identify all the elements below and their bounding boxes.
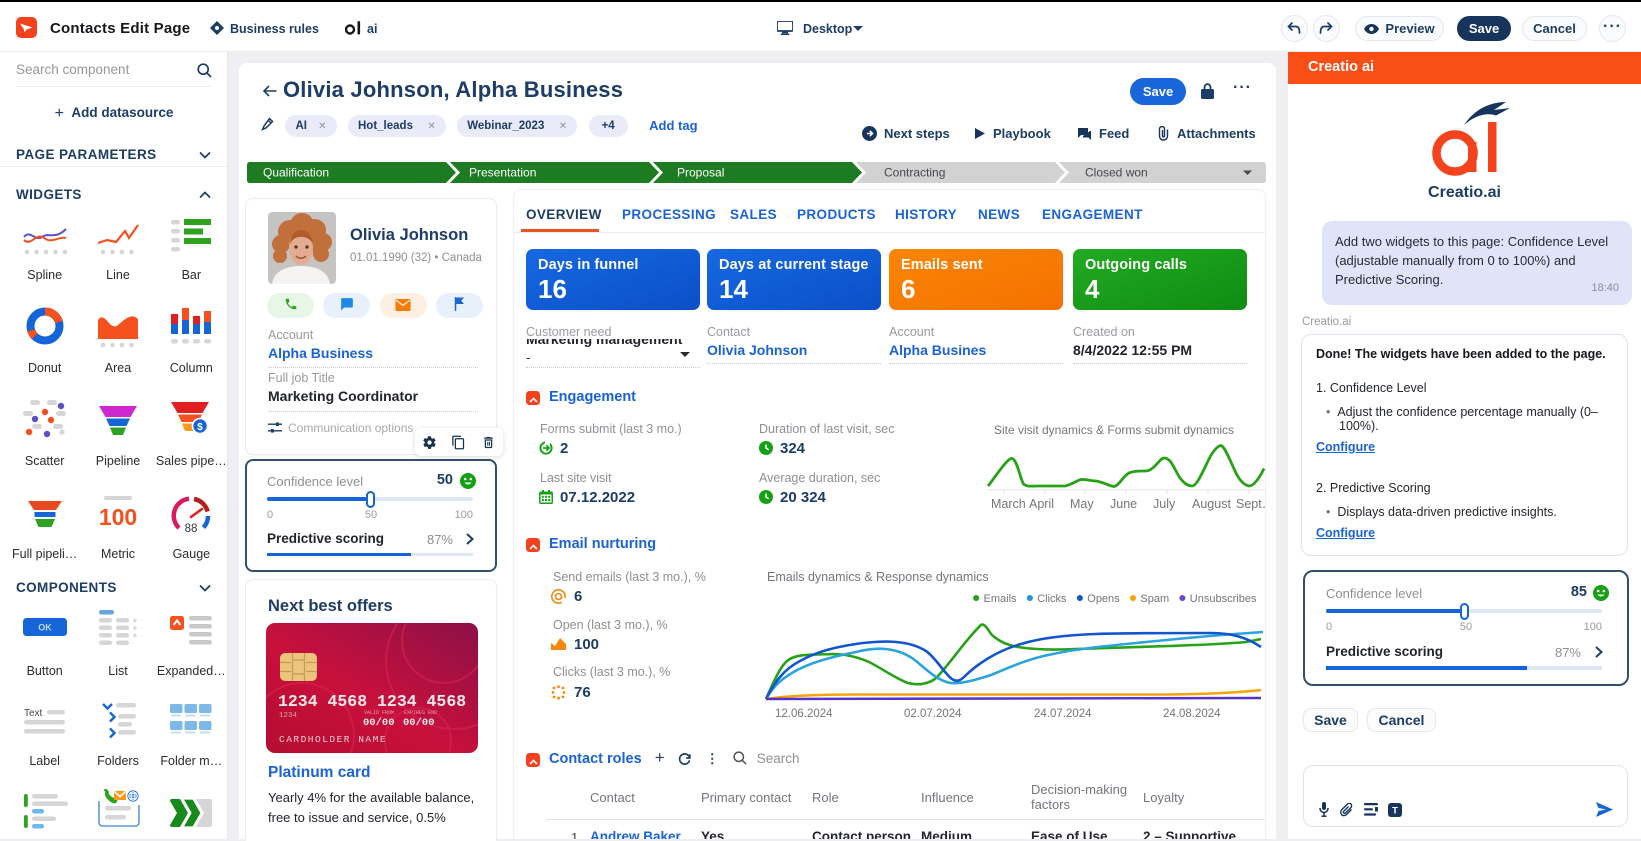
svg-text:00/00: 00/00 xyxy=(403,717,435,729)
svg-text:VALID FROM: VALID FROM xyxy=(364,710,394,716)
svg-text:$: $ xyxy=(198,422,204,433)
svg-text:1234 4568 1234 4568: 1234 4568 1234 4568 xyxy=(278,692,466,711)
svg-text:Closed won: Closed won xyxy=(1085,166,1148,180)
svg-text:Proposal: Proposal xyxy=(677,166,724,180)
svg-text:Qualification: Qualification xyxy=(263,166,329,180)
svg-text:Contracting: Contracting xyxy=(884,166,945,180)
svg-text:CARDHOLDER NAME: CARDHOLDER NAME xyxy=(279,734,387,745)
svg-text:00/00: 00/00 xyxy=(363,717,395,729)
svg-text:T: T xyxy=(1392,806,1398,817)
svg-text:OK: OK xyxy=(38,623,52,633)
svg-text:1234: 1234 xyxy=(279,712,298,720)
svg-text:88: 88 xyxy=(185,523,198,534)
svg-text:Presentation: Presentation xyxy=(469,166,536,180)
svg-text:EXPIRES END: EXPIRES END xyxy=(404,710,437,716)
svg-text:100: 100 xyxy=(99,504,137,530)
svg-text:Text: Text xyxy=(24,708,43,719)
